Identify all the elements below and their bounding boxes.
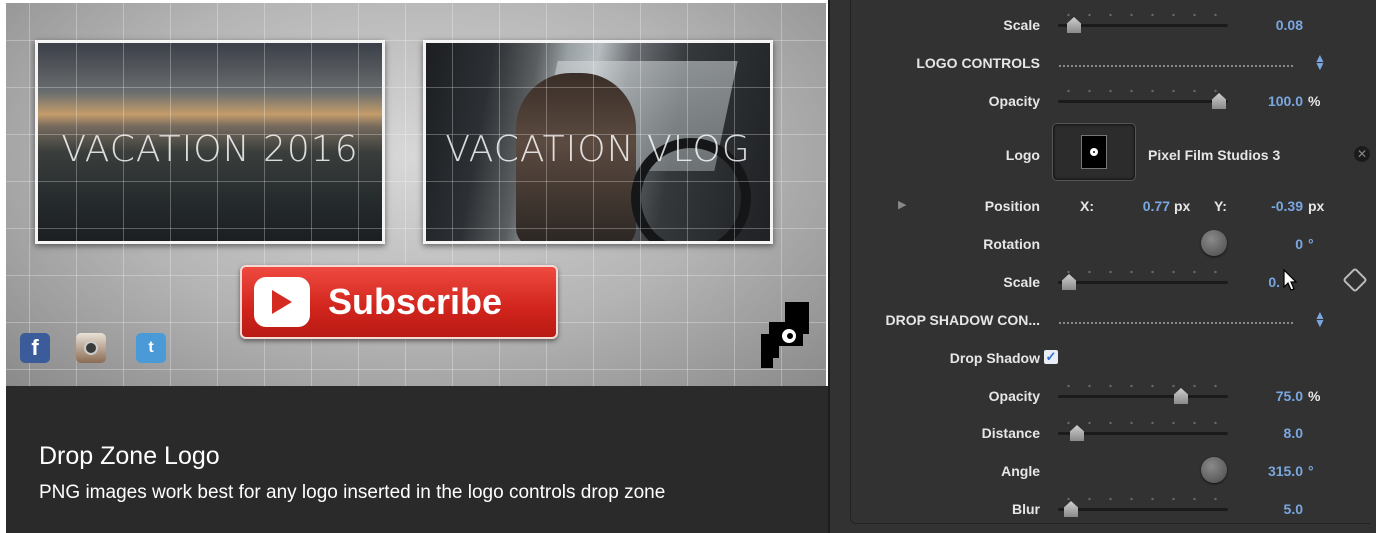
angle-unit: ° <box>1308 463 1314 479</box>
thumbnail-title: VACATION VLOG <box>445 129 751 170</box>
mouse-cursor-icon <box>1283 269 1298 291</box>
dotted-leader <box>1058 65 1294 67</box>
angle-value[interactable]: 315.0 <box>1231 463 1303 479</box>
opacity-slider[interactable] <box>1058 100 1228 103</box>
rotation-unit: ° <box>1308 236 1314 252</box>
shadow-opacity-row: Opacity 75.0 % <box>830 381 1376 409</box>
distance-row: Distance 8.0 <box>830 418 1376 446</box>
scale-top-slider-thumb[interactable] <box>1067 17 1081 33</box>
drop-shadow-checkbox[interactable]: ✓ <box>1044 350 1058 364</box>
drop-shadow-controls-row[interactable]: DROP SHADOW CON... ▲ ▼ <box>830 305 1376 333</box>
logo-name: Pixel Film Studios 3 <box>1148 147 1281 163</box>
position-x-unit: px <box>1174 198 1191 214</box>
blur-slider-thumb[interactable] <box>1064 501 1078 517</box>
drop-shadow-controls-label: DROP SHADOW CON... <box>885 312 1040 328</box>
blur-label: Blur <box>1012 501 1040 517</box>
scale-row: Scale 0. <box>830 267 1376 295</box>
logo-controls-row[interactable]: LOGO CONTROLS ▲ ▼ <box>830 48 1376 76</box>
caption-title: Drop Zone Logo <box>39 442 220 470</box>
blur-value[interactable]: 5.0 <box>1231 501 1303 517</box>
rotation-row: Rotation 0 ° <box>830 229 1376 257</box>
distance-slider-thumb[interactable] <box>1070 425 1084 441</box>
slider-ticks <box>1058 88 1228 94</box>
distance-label: Distance <box>981 425 1040 441</box>
slider-ticks <box>1058 269 1228 275</box>
drop-shadow-row: Drop Shadow ✓ <box>830 343 1376 371</box>
play-icon <box>254 277 310 327</box>
subscribe-label: Subscribe <box>328 281 503 322</box>
caption-description: PNG images work best for any logo insert… <box>39 482 666 503</box>
rotation-value[interactable]: 0 <box>1231 236 1303 252</box>
position-y-value[interactable]: -0.39 <box>1231 198 1303 214</box>
scale-label: Scale <box>1003 274 1040 290</box>
slider-ticks <box>1058 496 1228 502</box>
slider-ticks <box>1058 12 1228 18</box>
instagram-icon <box>76 333 106 363</box>
position-x-value[interactable]: 0.77 <box>1098 198 1170 214</box>
disclosure-triangle-icon[interactable]: ▶ <box>898 198 906 211</box>
rotation-label: Rotation <box>983 236 1040 252</box>
position-y-unit: px <box>1308 198 1325 214</box>
distance-value[interactable]: 8.0 <box>1231 425 1303 441</box>
shadow-opacity-unit: % <box>1308 388 1321 404</box>
drop-shadow-label: Drop Shadow <box>949 350 1040 366</box>
shadow-opacity-label: Opacity <box>988 388 1040 404</box>
angle-label: Angle <box>1001 463 1040 479</box>
shadow-opacity-slider-thumb[interactable] <box>1174 388 1188 404</box>
subscribe-button: Subscribe <box>240 265 558 339</box>
opacity-row: Opacity 100.0 % <box>830 86 1376 114</box>
logo-controls-label: LOGO CONTROLS <box>916 55 1040 71</box>
dotted-leader <box>1058 322 1294 324</box>
keyframe-icon[interactable] <box>1342 267 1368 293</box>
stepper-arrows-icon[interactable]: ▲ ▼ <box>1314 309 1326 329</box>
rotation-dial[interactable] <box>1201 230 1227 256</box>
logo-drop-well[interactable] <box>1052 123 1136 181</box>
logo-thumbnail <box>1081 135 1107 169</box>
blur-slider[interactable] <box>1058 508 1228 511</box>
stepper-arrows-icon[interactable]: ▲ ▼ <box>1314 52 1326 72</box>
position-row: ▶ Position X: 0.77 px Y: -0.39 px <box>830 191 1376 219</box>
shadow-opacity-slider[interactable] <box>1058 395 1228 398</box>
scale-value[interactable]: 0. <box>1208 274 1280 290</box>
logo-drop-zone-mark[interactable] <box>759 300 811 370</box>
position-x-label: X: <box>1080 198 1094 214</box>
opacity-slider-thumb[interactable] <box>1212 93 1226 109</box>
vacation-vlog-thumbnail: VACATION VLOG <box>423 40 773 244</box>
vacation-2016-thumbnail: VACATION 2016 <box>35 40 385 244</box>
slider-ticks <box>1058 420 1228 426</box>
opacity-value[interactable]: 100.0 <box>1231 93 1303 109</box>
angle-dial[interactable] <box>1201 457 1227 483</box>
inspector-panel: Scale 0.08 LOGO CONTROLS ▲ ▼ Opacity 100.… <box>828 0 1376 533</box>
scale-slider-thumb[interactable] <box>1062 274 1076 290</box>
position-y-label: Y: <box>1214 198 1227 214</box>
thumbnail-title: VACATION 2016 <box>61 129 359 170</box>
shadow-opacity-value[interactable]: 75.0 <box>1231 388 1303 404</box>
blur-row: Blur 5.0 <box>830 494 1376 522</box>
facebook-icon: f <box>20 333 50 363</box>
opacity-unit: % <box>1308 93 1321 109</box>
position-label: Position <box>984 198 1040 214</box>
scale-top-row: Scale 0.08 <box>830 10 1376 38</box>
angle-row: Angle 315.0 ° <box>830 456 1376 484</box>
video-preview: VACATION 2016 VACATION VLOG Subscribe f … <box>6 3 826 386</box>
twitter-icon: t <box>136 333 166 363</box>
scale-slider[interactable] <box>1058 281 1228 284</box>
opacity-label: Opacity <box>988 93 1040 109</box>
scale-top-slider[interactable] <box>1058 24 1228 27</box>
scale-top-label: Scale <box>1003 17 1040 33</box>
logo-label: Logo <box>1005 147 1040 163</box>
slider-ticks <box>1058 383 1228 389</box>
scale-top-value[interactable]: 0.08 <box>1231 17 1303 33</box>
caption-panel: Drop Zone Logo PNG images work best for … <box>6 386 828 533</box>
clear-logo-icon[interactable]: ✕ <box>1354 146 1370 162</box>
